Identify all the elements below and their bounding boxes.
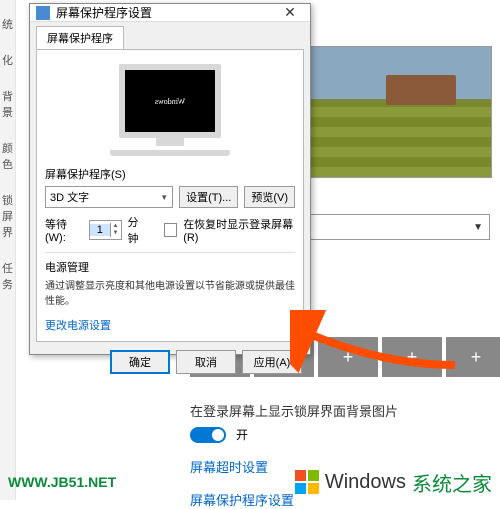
dialog-title: 屏幕保护程序设置 (56, 4, 274, 21)
lockscreen-bg-toggle[interactable]: 开 (190, 426, 500, 443)
on-resume-label: 在恢复时显示登录屏幕(R) (183, 216, 295, 244)
screensaver-dialog: 屏幕保护程序设置 ✕ 屏幕保护程序 Windows 屏幕保护程序(S) 3D 文… (29, 3, 311, 355)
spinner-arrows[interactable]: ▲▼ (110, 223, 121, 237)
screensaver-select-value: 3D 文字 (50, 189, 89, 205)
preview-button[interactable]: 预览(V) (244, 186, 295, 208)
screensaver-select[interactable]: 3D 文字 ▼ (45, 186, 173, 208)
windows-logo-icon (295, 470, 319, 494)
monitor-foot (156, 138, 184, 146)
add-app-slot[interactable]: + (382, 337, 442, 377)
screensaver-section-label: 屏幕保护程序(S) (45, 166, 295, 182)
add-app-slot[interactable]: + (318, 337, 378, 377)
close-button[interactable]: ✕ (274, 4, 306, 21)
power-section-label: 电源管理 (45, 259, 295, 275)
chevron-down-icon: ▼ (473, 222, 483, 233)
apps-label: 应用 (290, 310, 500, 329)
watermark: WWW.JB51.NET Windows 系统之家 (0, 464, 500, 500)
toggle-switch-on[interactable] (190, 427, 226, 443)
on-resume-checkbox[interactable] (164, 223, 177, 237)
settings-button[interactable]: 设置(T)... (179, 186, 238, 208)
monitor-base (110, 150, 230, 156)
tab-screensaver[interactable]: 屏幕保护程序 (36, 26, 124, 49)
sidebar-item[interactable]: 任务 (0, 250, 15, 302)
wait-minutes-value: 1 (90, 224, 109, 236)
apply-button[interactable]: 应用(A) (242, 350, 302, 374)
wait-label: 等待(W): (45, 216, 83, 244)
app-icon (36, 6, 50, 20)
wait-unit-label: 分钟 (128, 214, 148, 246)
toggle-state-label: 开 (236, 426, 248, 443)
sidebar-item[interactable]: 化 (0, 42, 15, 78)
background-source-dropdown[interactable]: ▼ (290, 214, 490, 240)
sidebar-item[interactable]: 背景 (0, 78, 15, 130)
watermark-brand-2: 系统之家 (412, 468, 492, 497)
sidebar-item[interactable]: 统 (0, 6, 15, 42)
sidebar-item[interactable]: 锁屏界 (0, 182, 15, 250)
screensaver-preview-monitor: Windows (110, 64, 230, 156)
chevron-down-icon: ▼ (160, 193, 168, 202)
monitor-screen: Windows (119, 64, 221, 138)
watermark-url: WWW.JB51.NET (8, 474, 116, 490)
sidebar-item[interactable]: 颜色 (0, 130, 15, 182)
add-app-slot[interactable]: + (446, 337, 500, 377)
watermark-brand-1: Windows (325, 471, 406, 494)
dialog-button-row: 确定 取消 应用(A) (30, 342, 310, 382)
sidebar: 统 化 背景 颜色 锁屏界 任务 (0, 0, 16, 500)
ok-button[interactable]: 确定 (110, 350, 170, 374)
dialog-titlebar: 屏幕保护程序设置 ✕ (30, 4, 310, 22)
wait-minutes-spinner[interactable]: 1 ▲▼ (89, 220, 121, 240)
lockscreen-bg-option-label: 在登录屏幕上显示锁屏界面背景图片 (190, 401, 500, 420)
cancel-button[interactable]: 取消 (176, 350, 236, 374)
dialog-tabs: 屏幕保护程序 (30, 22, 310, 49)
divider (45, 252, 295, 253)
change-power-settings-link[interactable]: 更改电源设置 (45, 317, 111, 333)
dialog-body: Windows 屏幕保护程序(S) 3D 文字 ▼ 设置(T)... 预览(V)… (36, 49, 304, 342)
lockscreen-preview (290, 46, 492, 178)
watermark-brand: Windows 系统之家 (295, 468, 492, 497)
power-description: 通过调整显示亮度和其他电源设置以节省能源或提供最佳性能。 (45, 279, 295, 309)
